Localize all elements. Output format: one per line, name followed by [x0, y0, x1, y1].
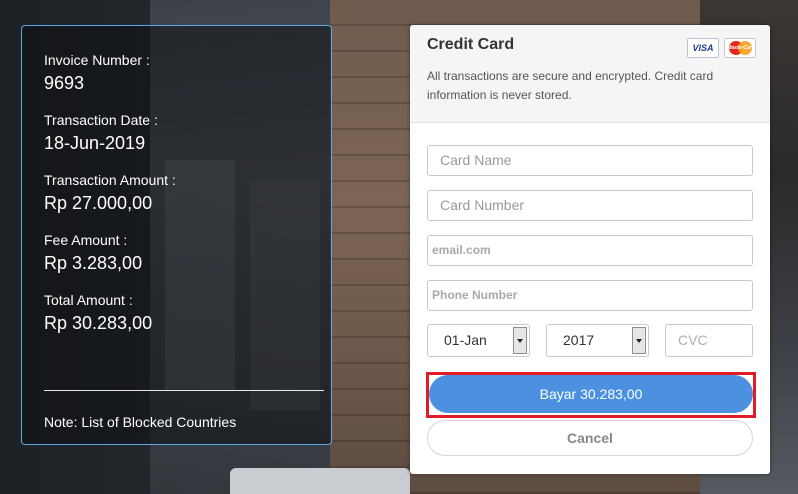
- total-amount-value: Rp 30.283,00: [44, 313, 153, 333]
- expiry-month-value: 01-Jan: [444, 332, 487, 348]
- transaction-amount-value: Rp 27.000,00: [44, 193, 153, 213]
- transaction-date-item: Transaction Date : 18-Jun-2019: [44, 112, 331, 154]
- total-amount-label: Total Amount :: [44, 292, 133, 308]
- credit-card-title: Credit Card: [427, 36, 515, 53]
- security-notice: All transactions are secure and encrypte…: [427, 69, 714, 102]
- invoice-divider: [44, 390, 324, 391]
- invoice-number-value: 9693: [44, 73, 85, 93]
- fee-amount-item: Fee Amount : Rp 3.283,00: [44, 232, 331, 274]
- expiry-month-select[interactable]: 01-Jan: [427, 324, 530, 357]
- credit-card-form: Credit Card VISA MasterCard All transact…: [410, 25, 770, 474]
- pay-button[interactable]: Bayar 30.283,00: [429, 375, 753, 413]
- blocked-countries-note[interactable]: Note: List of Blocked Countries: [44, 414, 236, 430]
- transaction-amount-item: Transaction Amount : Rp 27.000,00: [44, 172, 331, 214]
- chevron-down-icon[interactable]: [513, 327, 527, 354]
- total-amount-item: Total Amount : Rp 30.283,00: [44, 292, 331, 334]
- invoice-summary-panel: Invoice Number : 9693 Transaction Date :…: [21, 25, 332, 445]
- card-number-input[interactable]: Card Number: [427, 190, 753, 221]
- email-input[interactable]: email.com: [427, 235, 753, 266]
- transaction-date-value: 18-Jun-2019: [44, 133, 146, 153]
- card-name-input[interactable]: Card Name: [427, 145, 753, 176]
- mastercard-logo-icon: MasterCard: [724, 38, 756, 58]
- transaction-amount-label: Transaction Amount :: [44, 172, 176, 188]
- expiry-year-select[interactable]: 2017: [546, 324, 649, 357]
- invoice-number-label: Invoice Number :: [44, 52, 150, 68]
- background-laptop: [230, 468, 410, 494]
- transaction-date-label: Transaction Date :: [44, 112, 158, 128]
- expiry-year-value: 2017: [563, 332, 595, 348]
- invoice-number-item: Invoice Number : 9693: [44, 52, 331, 94]
- phone-number-input[interactable]: Phone Number: [427, 280, 753, 311]
- cvc-input[interactable]: CVC: [665, 324, 753, 357]
- mastercard-logo-text: MasterCard: [727, 45, 755, 51]
- chevron-down-icon[interactable]: [632, 327, 646, 354]
- fee-amount-label: Fee Amount :: [44, 232, 128, 248]
- cancel-button[interactable]: Cancel: [427, 420, 753, 456]
- fee-amount-value: Rp 3.283,00: [44, 253, 143, 273]
- visa-logo-icon: VISA: [687, 38, 719, 58]
- credit-card-header: Credit Card VISA MasterCard All transact…: [410, 25, 770, 123]
